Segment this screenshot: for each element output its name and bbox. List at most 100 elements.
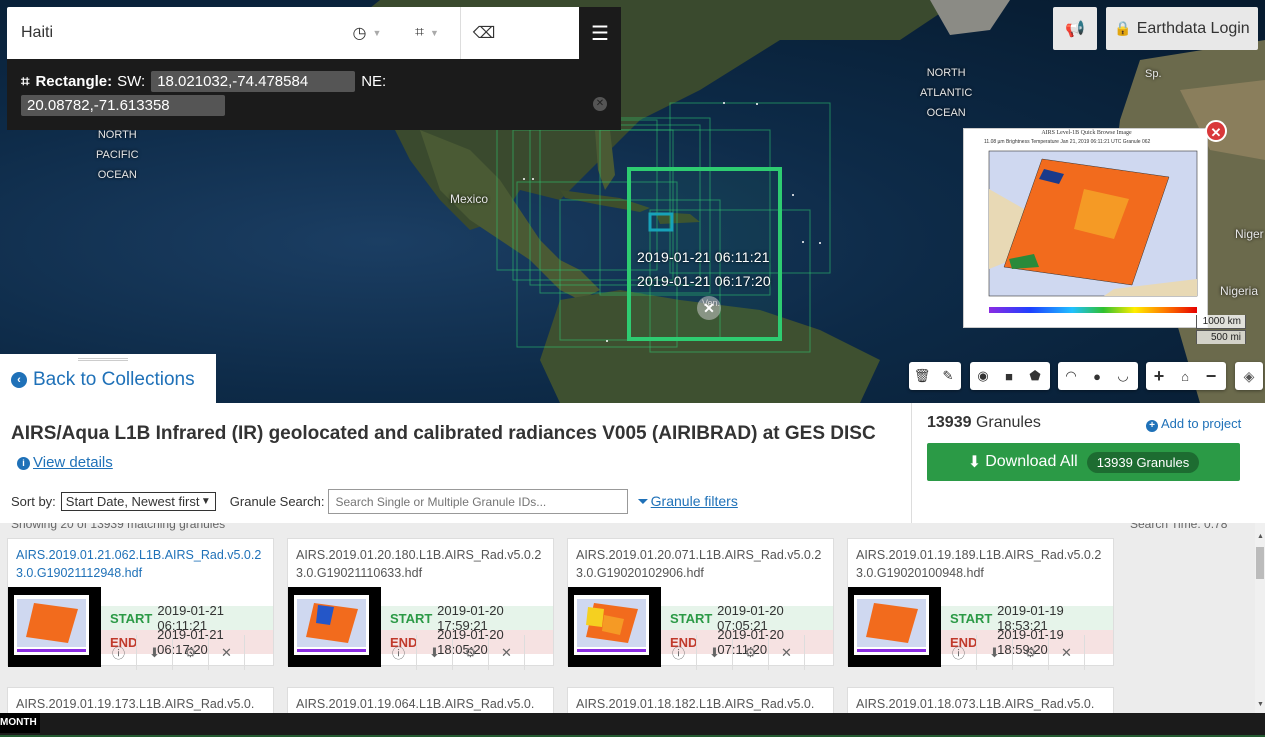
granule-list-scrollbar[interactable]: ▲ ▼: [1255, 523, 1265, 713]
granule-name[interactable]: AIRS.2019.01.20.180.L1B.AIRS_Rad.v5.0.23…: [296, 546, 548, 582]
granule-remove-button[interactable]: ✕: [1049, 635, 1085, 670]
draw-point-button[interactable]: ◉: [970, 362, 996, 390]
granule-name[interactable]: AIRS.2019.01.21.062.L1B.AIRS_Rad.v5.0.23…: [16, 546, 268, 582]
granule-card[interactable]: AIRS.2019.01.20.180.L1B.AIRS_Rad.v5.0.23…: [287, 538, 554, 670]
earthdata-login-button[interactable]: 🔒 Earthdata Login: [1106, 7, 1258, 50]
granule-thumbnail[interactable]: [288, 587, 381, 667]
granule-filters-label: Granule filters: [650, 493, 738, 509]
zoom-tools: + ⌂ −: [1146, 362, 1226, 390]
list-status-text: Showing 20 of 13939 matching granules: [11, 523, 226, 531]
zoom-in-button[interactable]: +: [1146, 362, 1172, 390]
granule-card[interactable]: AIRS.2019.01.20.071.L1B.AIRS_Rad.v5.0.23…: [567, 538, 834, 670]
info-icon: ⓘ: [391, 646, 405, 661]
download-all-button[interactable]: ⬇ Download All 13939 Granules: [927, 443, 1240, 481]
temporal-filter-button[interactable]: ◷ ▼: [340, 7, 394, 59]
home-button[interactable]: ⌂: [1172, 362, 1198, 390]
granule-thumbnail[interactable]: [568, 587, 661, 667]
search-input[interactable]: [7, 7, 340, 59]
granule-name[interactable]: AIRS.2019.01.20.071.L1B.AIRS_Rad.v5.0.23…: [576, 546, 828, 582]
edit-shape-button[interactable]: ✎: [935, 362, 961, 390]
antarctic-projection-button[interactable]: ◡: [1110, 362, 1136, 390]
globe-icon: ●: [1093, 368, 1101, 384]
map-view[interactable]: NORTH PACIFIC OCEAN NORTH ATLANTIC OCEAN…: [0, 0, 1265, 403]
granule-info-button[interactable]: ⓘ: [941, 635, 977, 670]
collection-title: AIRS/Aqua L1B Infrared (IR) geolocated a…: [11, 420, 891, 477]
resize-handle[interactable]: [78, 358, 128, 361]
granule-name[interactable]: AIRS.2019.01.19.173.L1B.AIRS_Rad.v5.0.: [16, 695, 268, 713]
granule-thumbnail[interactable]: [848, 587, 941, 667]
timeline[interactable]: MONTH: [0, 713, 1265, 737]
clear-spatial-button[interactable]: ✕: [593, 97, 607, 111]
back-to-collections-tab: ‹ Back to Collections: [0, 354, 216, 403]
start-label: START: [110, 610, 153, 626]
granule-download-button[interactable]: ⬇: [417, 635, 453, 670]
granule-options-button[interactable]: ⚙: [173, 635, 209, 670]
granule-info-button[interactable]: ⓘ: [661, 635, 697, 670]
add-to-project-link[interactable]: + Add to project: [1146, 416, 1241, 432]
ne-coordinate-field[interactable]: 20.08782,-71.613358: [21, 95, 225, 116]
granule-name[interactable]: AIRS.2019.01.18.073.L1B.AIRS_Rad.v5.0.: [856, 695, 1108, 713]
map-label-north-pacific: NORTH PACIFIC OCEAN: [96, 129, 139, 181]
back-to-collections-link[interactable]: ‹ Back to Collections: [11, 369, 195, 391]
granule-remove-button[interactable]: ✕: [769, 635, 805, 670]
sort-select[interactable]: Start Date, Newest first ▼: [60, 492, 216, 511]
menu-button[interactable]: ☰: [579, 7, 621, 59]
granule-card[interactable]: AIRS.2019.01.18.073.L1B.AIRS_Rad.v5.0.: [847, 687, 1114, 713]
granule-options-button[interactable]: ⚙: [453, 635, 489, 670]
granule-download-button[interactable]: ⬇: [137, 635, 173, 670]
granule-download-button[interactable]: ⬇: [977, 635, 1013, 670]
granule-name[interactable]: AIRS.2019.01.19.064.L1B.AIRS_Rad.v5.0.: [296, 695, 548, 713]
granule-card[interactable]: AIRS.2019.01.19.189.L1B.AIRS_Rad.v5.0.23…: [847, 538, 1114, 670]
view-details-link[interactable]: i View details: [17, 454, 113, 471]
granule-card[interactable]: AIRS.2019.01.18.182.L1B.AIRS_Rad.v5.0.: [567, 687, 834, 713]
granule-actions: ⓘ ⬇ ⚙ ✕: [661, 635, 805, 670]
home-icon: ⌂: [1181, 368, 1189, 384]
granule-info-button[interactable]: ⓘ: [101, 635, 137, 670]
granule-search-input[interactable]: [328, 489, 629, 514]
draw-rectangle-button[interactable]: ■: [996, 362, 1022, 390]
zoom-out-button[interactable]: −: [1198, 362, 1224, 390]
download-count-badge: 13939 Granules: [1086, 451, 1200, 473]
scale-mi: 500 mi: [1196, 330, 1246, 344]
granule-card[interactable]: AIRS.2019.01.21.062.L1B.AIRS_Rad.v5.0.23…: [7, 538, 274, 670]
plus-circle-icon: +: [1146, 420, 1158, 432]
scrollbar-thumb[interactable]: [1256, 547, 1264, 579]
granule-thumbnail[interactable]: [8, 587, 101, 667]
geographic-projection-button[interactable]: ●: [1084, 362, 1110, 390]
browse-thumbnail-image: [854, 595, 929, 655]
announcements-button[interactable]: 📢: [1053, 7, 1097, 50]
scroll-up-icon[interactable]: ▲: [1257, 533, 1264, 540]
granule-download-button[interactable]: ⬇: [697, 635, 733, 670]
granule-info-button[interactable]: ⓘ: [381, 635, 417, 670]
timeline-zoom-label[interactable]: MONTH: [0, 713, 40, 733]
layers-button[interactable]: ◈: [1235, 362, 1263, 390]
draw-polygon-button[interactable]: ⬟: [1022, 362, 1048, 390]
granule-options-button[interactable]: ⚙: [733, 635, 769, 670]
spatial-filter-button[interactable]: ⌗ ▼: [394, 7, 460, 59]
clear-filters-button[interactable]: ⌫: [460, 7, 507, 59]
close-browse-button[interactable]: ✕: [1205, 120, 1227, 142]
granule-name[interactable]: AIRS.2019.01.18.182.L1B.AIRS_Rad.v5.0.: [576, 695, 828, 713]
scroll-down-icon[interactable]: ▼: [1257, 701, 1264, 708]
granule-options-button[interactable]: ⚙: [1013, 635, 1049, 670]
spatial-type-label: Rectangle:: [35, 72, 113, 90]
filter-icon: ⏷: [637, 493, 649, 509]
search-time-text: Search Time: 0.78: [1130, 523, 1228, 531]
granule-remove-button[interactable]: ✕: [209, 635, 245, 670]
arctic-icon: ◠: [1065, 368, 1077, 383]
granule-card[interactable]: AIRS.2019.01.19.064.L1B.AIRS_Rad.v5.0.: [287, 687, 554, 713]
download-icon: ⬇: [429, 644, 440, 660]
granule-name[interactable]: AIRS.2019.01.19.189.L1B.AIRS_Rad.v5.0.23…: [856, 546, 1108, 582]
arctic-projection-button[interactable]: ◠: [1058, 362, 1084, 390]
trash-icon: 🗑: [913, 368, 931, 383]
granule-remove-button[interactable]: ✕: [489, 635, 525, 670]
browse-thumbnail-image: [14, 595, 89, 655]
granule-card[interactable]: AIRS.2019.01.19.173.L1B.AIRS_Rad.v5.0.: [7, 687, 274, 713]
granule-filters-link[interactable]: ⏷ Granule filters: [637, 493, 737, 510]
map-label-nigeria: Nigeria: [1220, 284, 1259, 298]
sw-coordinate-field[interactable]: 18.021032,-74.478584: [151, 70, 356, 92]
remove-granule-marker[interactable]: ✕: [697, 296, 721, 320]
delete-shape-button[interactable]: 🗑: [909, 362, 935, 390]
browse-thumbnail-image: [294, 595, 369, 655]
granule-list[interactable]: Showing 20 of 13939 matching granules Se…: [0, 523, 1255, 713]
